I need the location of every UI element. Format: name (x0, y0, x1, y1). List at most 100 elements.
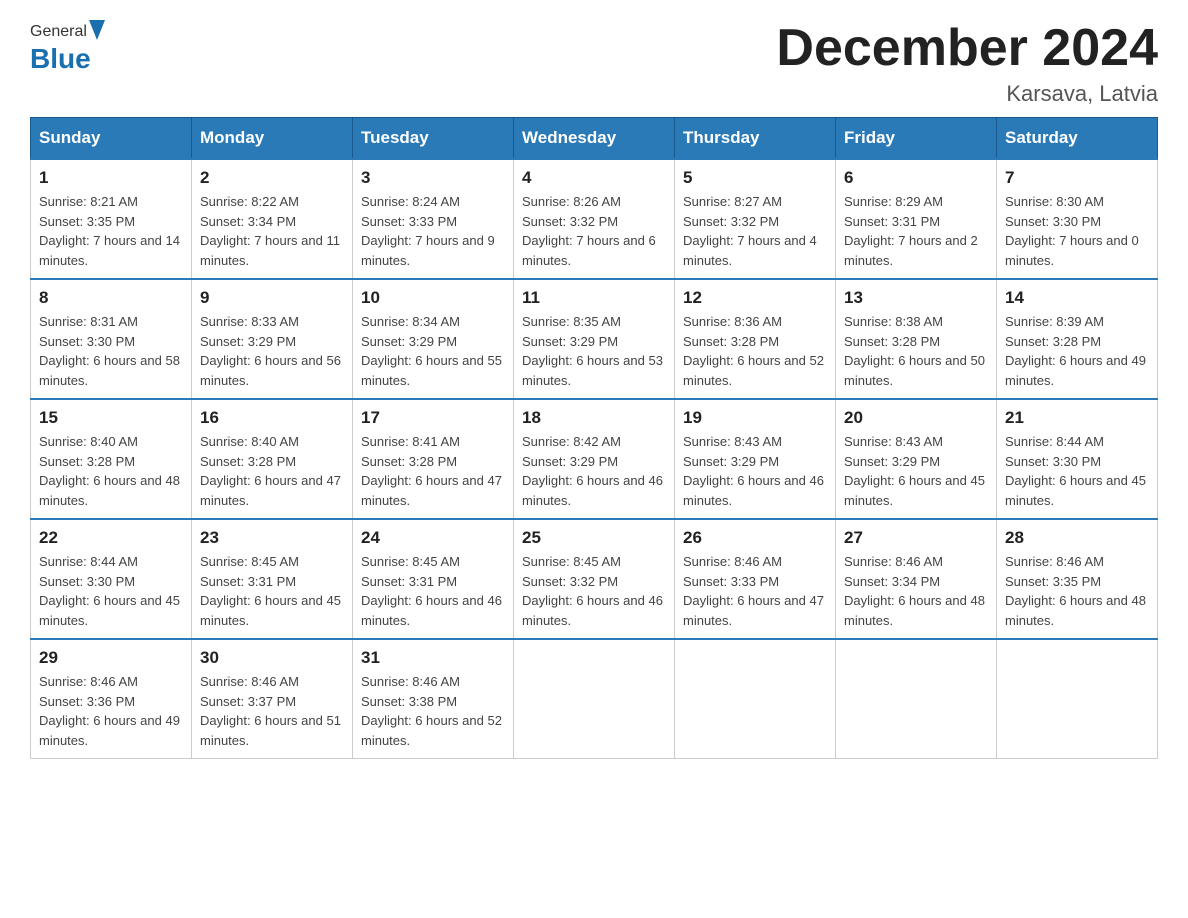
day-info: Sunrise: 8:44 AMSunset: 3:30 PMDaylight:… (39, 552, 183, 630)
table-row: 24 Sunrise: 8:45 AMSunset: 3:31 PMDayligh… (353, 519, 514, 639)
day-info: Sunrise: 8:34 AMSunset: 3:29 PMDaylight:… (361, 312, 505, 390)
day-number: 10 (361, 288, 505, 308)
day-number: 17 (361, 408, 505, 428)
day-info: Sunrise: 8:45 AMSunset: 3:31 PMDaylight:… (361, 552, 505, 630)
day-info: Sunrise: 8:46 AMSunset: 3:38 PMDaylight:… (361, 672, 505, 750)
table-row (836, 639, 997, 759)
table-row: 10 Sunrise: 8:34 AMSunset: 3:29 PMDayligh… (353, 279, 514, 399)
table-row: 16 Sunrise: 8:40 AMSunset: 3:28 PMDayligh… (192, 399, 353, 519)
day-info: Sunrise: 8:40 AMSunset: 3:28 PMDaylight:… (200, 432, 344, 510)
day-number: 22 (39, 528, 183, 548)
day-number: 5 (683, 168, 827, 188)
weekday-header-row: Sunday Monday Tuesday Wednesday Thursday… (31, 118, 1158, 160)
table-row: 26 Sunrise: 8:46 AMSunset: 3:33 PMDayligh… (675, 519, 836, 639)
day-number: 11 (522, 288, 666, 308)
table-row: 5 Sunrise: 8:27 AMSunset: 3:32 PMDaylight… (675, 159, 836, 279)
logo-general-text: General (30, 23, 87, 41)
day-number: 29 (39, 648, 183, 668)
day-number: 8 (39, 288, 183, 308)
table-row: 3 Sunrise: 8:24 AMSunset: 3:33 PMDaylight… (353, 159, 514, 279)
table-row: 4 Sunrise: 8:26 AMSunset: 3:32 PMDaylight… (514, 159, 675, 279)
day-info: Sunrise: 8:46 AMSunset: 3:33 PMDaylight:… (683, 552, 827, 630)
calendar-table: Sunday Monday Tuesday Wednesday Thursday… (30, 117, 1158, 759)
day-info: Sunrise: 8:35 AMSunset: 3:29 PMDaylight:… (522, 312, 666, 390)
day-number: 9 (200, 288, 344, 308)
table-row: 29 Sunrise: 8:46 AMSunset: 3:36 PMDayligh… (31, 639, 192, 759)
calendar-header: Sunday Monday Tuesday Wednesday Thursday… (31, 118, 1158, 160)
header-thursday: Thursday (675, 118, 836, 160)
day-info: Sunrise: 8:46 AMSunset: 3:35 PMDaylight:… (1005, 552, 1149, 630)
day-info: Sunrise: 8:41 AMSunset: 3:28 PMDaylight:… (361, 432, 505, 510)
day-number: 13 (844, 288, 988, 308)
table-row: 19Sunrise: 8:43 AMSunset: 3:29 PMDayligh… (675, 399, 836, 519)
header-sunday: Sunday (31, 118, 192, 160)
day-info: Sunrise: 8:42 AMSunset: 3:29 PMDaylight:… (522, 432, 666, 510)
calendar-week-row: 22 Sunrise: 8:44 AMSunset: 3:30 PMDayligh… (31, 519, 1158, 639)
day-info: Sunrise: 8:33 AMSunset: 3:29 PMDaylight:… (200, 312, 344, 390)
table-row: 31Sunrise: 8:46 AMSunset: 3:38 PMDayligh… (353, 639, 514, 759)
page-header: General Blue December 2024 Karsava, Latv… (30, 20, 1158, 107)
table-row: 27 Sunrise: 8:46 AMSunset: 3:34 PMDayligh… (836, 519, 997, 639)
logo-blue-text: Blue (30, 43, 91, 74)
day-info: Sunrise: 8:22 AMSunset: 3:34 PMDaylight:… (200, 192, 344, 270)
table-row (675, 639, 836, 759)
day-number: 20 (844, 408, 988, 428)
day-number: 12 (683, 288, 827, 308)
day-number: 30 (200, 648, 344, 668)
logo: General Blue (30, 20, 105, 75)
day-info: Sunrise: 8:45 AMSunset: 3:32 PMDaylight:… (522, 552, 666, 630)
title-block: December 2024 Karsava, Latvia (776, 20, 1158, 107)
day-number: 16 (200, 408, 344, 428)
location-text: Karsava, Latvia (776, 81, 1158, 107)
day-info: Sunrise: 8:30 AMSunset: 3:30 PMDaylight:… (1005, 192, 1149, 270)
day-number: 28 (1005, 528, 1149, 548)
table-row: 15Sunrise: 8:40 AMSunset: 3:28 PMDayligh… (31, 399, 192, 519)
day-info: Sunrise: 8:26 AMSunset: 3:32 PMDaylight:… (522, 192, 666, 270)
day-number: 25 (522, 528, 666, 548)
calendar-week-row: 29 Sunrise: 8:46 AMSunset: 3:36 PMDayligh… (31, 639, 1158, 759)
table-row: 18 Sunrise: 8:42 AMSunset: 3:29 PMDayligh… (514, 399, 675, 519)
day-number: 3 (361, 168, 505, 188)
day-number: 1 (39, 168, 183, 188)
calendar-week-row: 1Sunrise: 8:21 AMSunset: 3:35 PMDaylight… (31, 159, 1158, 279)
day-info: Sunrise: 8:24 AMSunset: 3:33 PMDaylight:… (361, 192, 505, 270)
day-number: 27 (844, 528, 988, 548)
day-info: Sunrise: 8:43 AMSunset: 3:29 PMDaylight:… (844, 432, 988, 510)
table-row: 23Sunrise: 8:45 AMSunset: 3:31 PMDayligh… (192, 519, 353, 639)
logo-arrow-icon (89, 20, 105, 45)
day-info: Sunrise: 8:46 AMSunset: 3:34 PMDaylight:… (844, 552, 988, 630)
day-number: 7 (1005, 168, 1149, 188)
table-row: 1Sunrise: 8:21 AMSunset: 3:35 PMDaylight… (31, 159, 192, 279)
table-row: 14Sunrise: 8:39 AMSunset: 3:28 PMDayligh… (997, 279, 1158, 399)
table-row: 9 Sunrise: 8:33 AMSunset: 3:29 PMDaylight… (192, 279, 353, 399)
day-info: Sunrise: 8:46 AMSunset: 3:37 PMDaylight:… (200, 672, 344, 750)
header-tuesday: Tuesday (353, 118, 514, 160)
table-row (997, 639, 1158, 759)
header-wednesday: Wednesday (514, 118, 675, 160)
table-row: 12Sunrise: 8:36 AMSunset: 3:28 PMDayligh… (675, 279, 836, 399)
day-number: 24 (361, 528, 505, 548)
day-number: 4 (522, 168, 666, 188)
calendar-body: 1Sunrise: 8:21 AMSunset: 3:35 PMDaylight… (31, 159, 1158, 759)
table-row: 28 Sunrise: 8:46 AMSunset: 3:35 PMDayligh… (997, 519, 1158, 639)
day-info: Sunrise: 8:27 AMSunset: 3:32 PMDaylight:… (683, 192, 827, 270)
day-info: Sunrise: 8:44 AMSunset: 3:30 PMDaylight:… (1005, 432, 1149, 510)
calendar-week-row: 15Sunrise: 8:40 AMSunset: 3:28 PMDayligh… (31, 399, 1158, 519)
day-info: Sunrise: 8:40 AMSunset: 3:28 PMDaylight:… (39, 432, 183, 510)
table-row: 25 Sunrise: 8:45 AMSunset: 3:32 PMDayligh… (514, 519, 675, 639)
day-info: Sunrise: 8:43 AMSunset: 3:29 PMDaylight:… (683, 432, 827, 510)
day-number: 14 (1005, 288, 1149, 308)
day-number: 6 (844, 168, 988, 188)
table-row: 21Sunrise: 8:44 AMSunset: 3:30 PMDayligh… (997, 399, 1158, 519)
day-info: Sunrise: 8:38 AMSunset: 3:28 PMDaylight:… (844, 312, 988, 390)
month-title: December 2024 (776, 20, 1158, 77)
day-info: Sunrise: 8:46 AMSunset: 3:36 PMDaylight:… (39, 672, 183, 750)
day-info: Sunrise: 8:31 AMSunset: 3:30 PMDaylight:… (39, 312, 183, 390)
day-number: 26 (683, 528, 827, 548)
day-info: Sunrise: 8:45 AMSunset: 3:31 PMDaylight:… (200, 552, 344, 630)
calendar-week-row: 8 Sunrise: 8:31 AMSunset: 3:30 PMDaylight… (31, 279, 1158, 399)
table-row: 17 Sunrise: 8:41 AMSunset: 3:28 PMDayligh… (353, 399, 514, 519)
day-number: 2 (200, 168, 344, 188)
table-row: 6Sunrise: 8:29 AMSunset: 3:31 PMDaylight… (836, 159, 997, 279)
day-number: 18 (522, 408, 666, 428)
